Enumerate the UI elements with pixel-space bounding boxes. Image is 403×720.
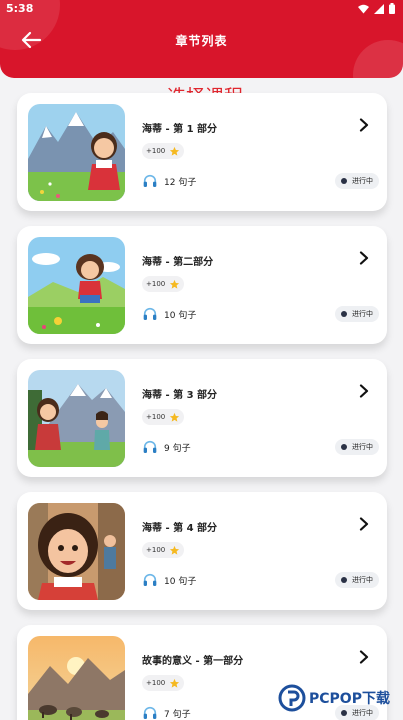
status-label: 进行中 [352, 443, 373, 451]
watermark-text: PCPOP下载 [309, 691, 390, 707]
signal-icon [374, 3, 384, 14]
points-badge: +100 [142, 276, 185, 292]
lesson-card[interactable]: 海蒂 - 第二部分 +100 10 句子 进行中 [17, 226, 387, 344]
sentence-count: 10 句子 [164, 576, 197, 587]
status-dot [341, 311, 347, 317]
lesson-title: 故事的意义 - 第一部分 [142, 656, 244, 667]
headphones-icon [143, 440, 157, 453]
chevron-right-icon[interactable] [359, 650, 369, 664]
points-value: +100 [146, 413, 166, 421]
status-label: 进行中 [352, 576, 373, 584]
sentence-count: 9 句子 [164, 443, 191, 454]
status-label: 进行中 [352, 177, 373, 185]
lesson-title: 海蒂 - 第二部分 [142, 257, 214, 268]
pcpop-logo-icon [278, 684, 306, 712]
headphones-icon [143, 174, 157, 187]
lesson-title: 海蒂 - 第 3 部分 [142, 390, 218, 401]
lesson-thumbnail [28, 104, 125, 201]
chevron-right-icon[interactable] [359, 384, 369, 398]
chevron-right-icon[interactable] [359, 251, 369, 265]
lesson-thumbnail [28, 237, 125, 334]
points-badge: +100 [142, 675, 185, 691]
status-dot [341, 577, 347, 583]
star-icon [170, 279, 180, 289]
sentence-count: 7 句子 [164, 709, 191, 720]
status-dot [341, 444, 347, 450]
points-value: +100 [146, 147, 166, 155]
status-badge: 进行中 [335, 306, 379, 322]
star-icon [170, 545, 180, 555]
status-badge: 进行中 [335, 439, 379, 455]
app-header: 5:38 章节列表 [0, 0, 403, 78]
status-bar: 5:38 [0, 0, 403, 18]
points-badge: +100 [142, 409, 185, 425]
points-value: +100 [146, 679, 166, 687]
status-label: 进行中 [352, 310, 373, 318]
star-icon [170, 678, 180, 688]
status-badge: 进行中 [335, 173, 379, 189]
lesson-card[interactable]: 海蒂 - 第 4 部分 +100 10 句子 进行中 [17, 492, 387, 610]
battery-icon [389, 3, 395, 14]
points-value: +100 [146, 280, 166, 288]
page-title: 章节列表 [175, 34, 228, 48]
chevron-right-icon[interactable] [359, 517, 369, 531]
wifi-icon [358, 4, 369, 13]
points-value: +100 [146, 546, 166, 554]
headphones-icon [143, 573, 157, 586]
headphones-icon [143, 307, 157, 320]
status-dot [341, 178, 347, 184]
star-icon [170, 146, 180, 156]
lesson-thumbnail [28, 503, 125, 600]
headphones-icon [143, 706, 157, 719]
lesson-title: 海蒂 - 第 1 部分 [142, 124, 218, 135]
sentence-count: 10 句子 [164, 310, 197, 321]
status-badge: 进行中 [335, 572, 379, 588]
status-time: 5:38 [6, 2, 34, 15]
lesson-card[interactable]: 海蒂 - 第 1 部分 +100 12 句子 进行中 [17, 93, 387, 211]
sentence-count: 12 句子 [164, 177, 197, 188]
lesson-thumbnail [28, 370, 125, 467]
lesson-thumbnail [28, 636, 125, 720]
lesson-title: 海蒂 - 第 4 部分 [142, 523, 218, 534]
points-badge: +100 [142, 143, 185, 159]
chevron-right-icon[interactable] [359, 118, 369, 132]
star-icon [170, 412, 180, 422]
lesson-card[interactable]: 海蒂 - 第 3 部分 +100 9 句子 进行中 [17, 359, 387, 477]
watermark: PCPOP下载 [278, 684, 390, 712]
points-badge: +100 [142, 542, 185, 558]
